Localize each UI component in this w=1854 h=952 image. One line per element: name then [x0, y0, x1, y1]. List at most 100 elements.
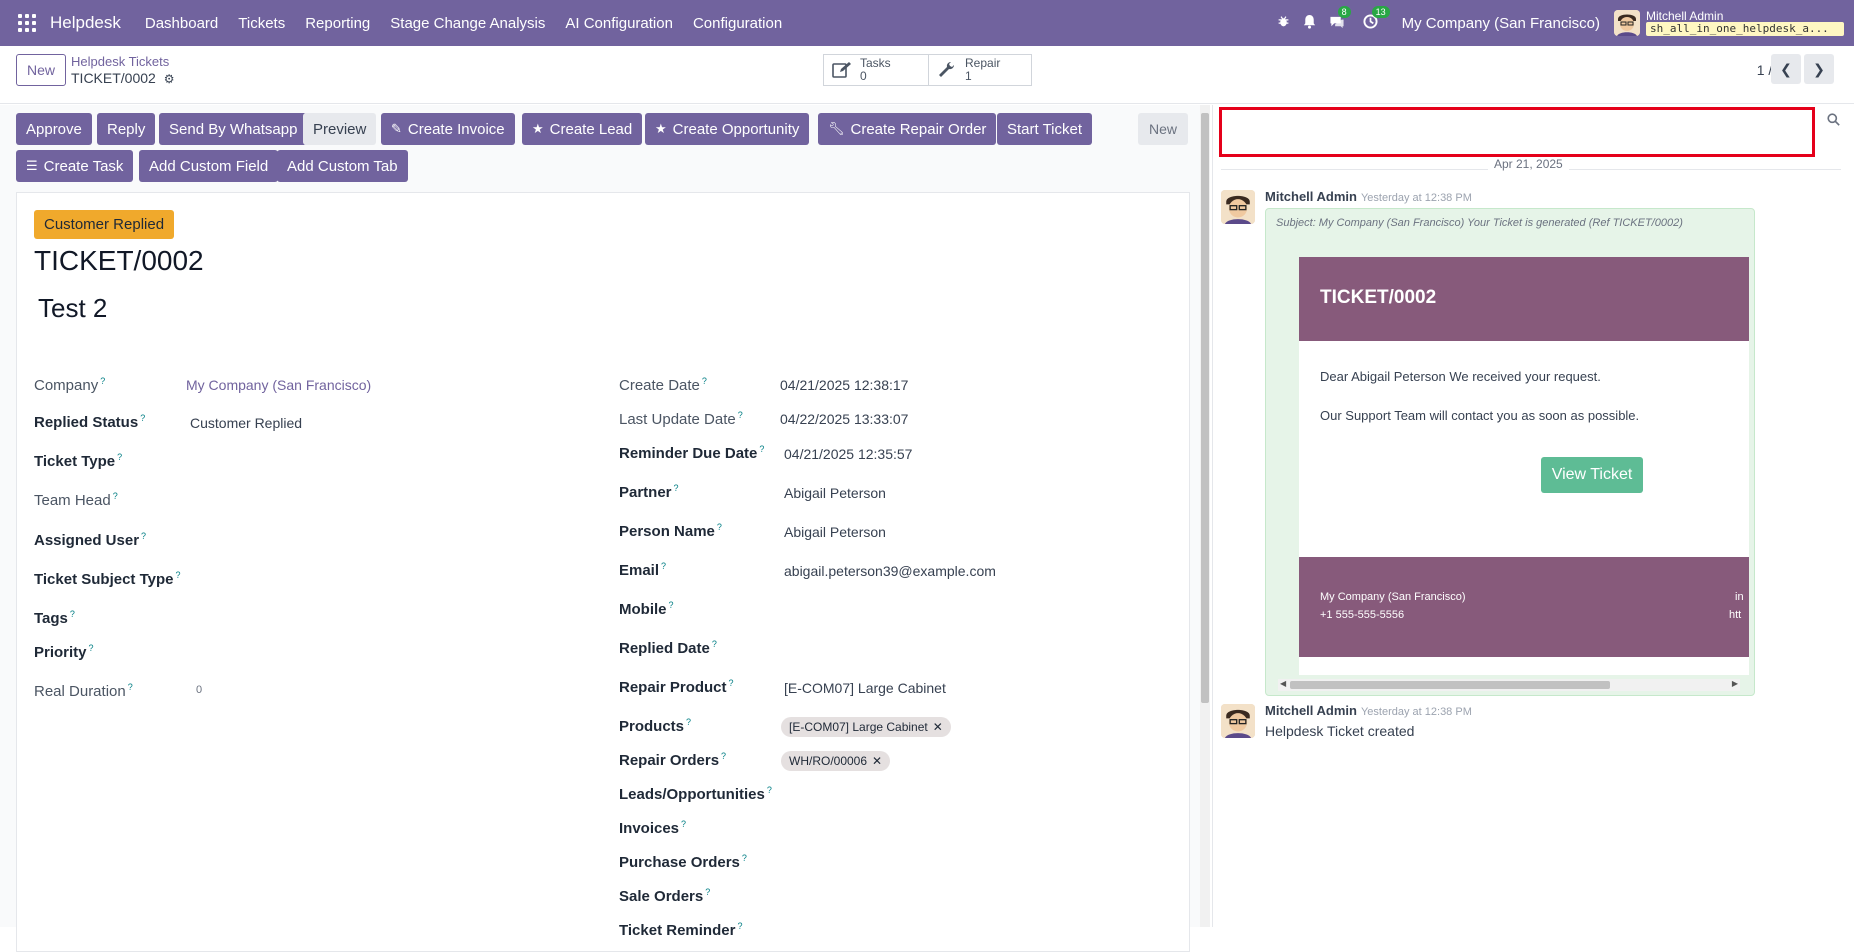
email-preview: TICKET/0002 Dear Abigail Peterson We rec…	[1299, 257, 1749, 675]
repair-product-field[interactable]: [E-COM07] Large Cabinet	[784, 680, 946, 696]
stage-status-new[interactable]: New	[1138, 113, 1188, 145]
invoices-label-text: Invoices	[619, 820, 680, 837]
create-task-button[interactable]: ☰ Create Task	[16, 150, 134, 182]
clock-icon[interactable]: 13	[1363, 6, 1390, 32]
email-line-1: Dear Abigail Peterson We received your r…	[1320, 369, 1601, 384]
search-icon[interactable]	[1827, 113, 1840, 129]
ticket-type-label-text: Ticket Type	[34, 453, 116, 470]
footer-right-1: in	[1735, 591, 1744, 603]
partner-label-text: Partner	[619, 484, 672, 501]
real-duration-field[interactable]: 0	[196, 684, 202, 696]
apps-menu-icon[interactable]	[18, 14, 36, 32]
create-repair-order-button[interactable]: 🔧︎ Create Repair Order	[818, 113, 997, 145]
menu-reporting[interactable]: Reporting	[295, 15, 380, 32]
add-custom-tab-button[interactable]: Add Custom Tab	[277, 150, 408, 182]
star-icon: ★	[532, 121, 544, 136]
user-avatar[interactable]	[1614, 10, 1640, 36]
form-scrollbar[interactable]	[1200, 105, 1210, 927]
team-head-label: Team Head?	[34, 491, 118, 509]
tasks-count: 0	[860, 69, 867, 83]
app-name[interactable]: Helpdesk	[50, 13, 121, 33]
add-custom-field-button[interactable]: Add Custom Field	[139, 150, 279, 182]
products-label-text: Products	[619, 718, 685, 735]
footer-right-2: htt	[1729, 609, 1742, 621]
purchase-orders-label-text: Purchase Orders	[619, 854, 740, 871]
create-invoice-label: Create Invoice	[407, 120, 505, 138]
create-opportunity-button[interactable]: ★ Create Opportunity	[645, 113, 810, 145]
email-label-text: Email	[619, 562, 660, 579]
wrench-icon: 🔧︎	[828, 121, 845, 136]
menu-tickets[interactable]: Tickets	[228, 15, 295, 32]
last-update-date-label: Last Update Date?	[619, 410, 743, 428]
send-by-whatsapp-button[interactable]: Send By Whatsapp	[159, 113, 308, 145]
priority-label-text: Priority	[34, 644, 87, 661]
chevron-right-icon: ❯	[1813, 60, 1825, 77]
pager-next-button[interactable]: ❯	[1804, 54, 1834, 84]
ticket-reminder-label-text: Ticket Reminder	[619, 922, 736, 939]
gear-icon[interactable]: ⚙	[164, 72, 175, 86]
repair-product-label: Repair Product?	[619, 678, 734, 696]
person-name-field[interactable]: Abigail Peterson	[784, 524, 886, 540]
star-icon: ★	[655, 121, 667, 136]
bell-icon[interactable]	[1302, 14, 1317, 32]
start-ticket-button[interactable]: Start Ticket	[997, 113, 1093, 145]
menu-dashboard[interactable]: Dashboard	[135, 15, 228, 32]
create-lead-button[interactable]: ★ Create Lead	[522, 113, 643, 145]
create-date-label-text: Create Date	[619, 377, 700, 394]
scroll-left-icon[interactable]: ◀	[1280, 679, 1286, 688]
menu-configuration[interactable]: Configuration	[683, 15, 792, 32]
product-tag-label: [E-COM07] Large Cabinet	[789, 720, 928, 734]
reminder-due-date-field[interactable]: 04/21/2025 12:35:57	[784, 446, 912, 462]
create-opportunity-label: Create Opportunity	[672, 120, 800, 138]
repair-order-tag[interactable]: WH/RO/00006 ✕	[781, 751, 891, 771]
product-tag[interactable]: [E-COM07] Large Cabinet ✕	[781, 717, 951, 737]
email-line-2: Our Support Team will contact you as soo…	[1320, 408, 1640, 423]
create-date-label: Create Date?	[619, 376, 707, 394]
scroll-right-icon[interactable]: ▶	[1732, 679, 1738, 688]
products-label: Products?	[619, 717, 692, 735]
message-author-name: Mitchell Admin	[1265, 189, 1357, 204]
message-subject: Subject: My Company (San Francisco) Your…	[1276, 217, 1683, 229]
menu-stage-change-analysis[interactable]: Stage Change Analysis	[380, 15, 555, 32]
edit-icon: ✎	[391, 121, 402, 136]
real-duration-label-text: Real Duration	[34, 683, 126, 700]
company-switcher[interactable]: My Company (San Francisco)	[1402, 15, 1600, 32]
replied-status-field[interactable]: Customer Replied	[190, 415, 302, 431]
ticket-reminder-label: Ticket Reminder?	[619, 921, 743, 939]
partner-field[interactable]: Abigail Peterson	[784, 485, 886, 501]
approve-button[interactable]: Approve	[16, 113, 92, 145]
horizontal-scrollbar[interactable]: ◀ ▶	[1278, 679, 1740, 691]
company-label: Company?	[34, 376, 106, 394]
chatter-search-input[interactable]	[1219, 107, 1815, 157]
close-icon[interactable]: ✕	[933, 720, 943, 734]
status-badge: Customer Replied	[34, 210, 175, 239]
email-field[interactable]: abigail.peterson39@example.com	[784, 563, 996, 579]
repair-smart-button[interactable]: Repair 1	[928, 54, 1032, 86]
author-avatar[interactable]	[1221, 190, 1255, 224]
create-repair-order-label: Create Repair Order	[850, 120, 987, 138]
breadcrumb-parent[interactable]: Helpdesk Tickets	[71, 54, 169, 69]
email-label: Email?	[619, 561, 667, 579]
menu-ai-configuration[interactable]: AI Configuration	[555, 15, 683, 32]
preview-button[interactable]: Preview	[303, 113, 377, 145]
new-record-button[interactable]: New	[16, 54, 66, 86]
tasks-smart-button[interactable]: Tasks 0	[823, 54, 929, 86]
message-author: Mitchell Admin Yesterday at 12:38 PM	[1265, 189, 1472, 204]
create-invoice-button[interactable]: ✎ Create Invoice	[381, 113, 515, 145]
author-avatar[interactable]	[1221, 704, 1255, 738]
chat-icon[interactable]: 8	[1329, 6, 1351, 32]
replied-status-label: Replied Status?	[34, 413, 146, 431]
view-ticket-button[interactable]: View Ticket	[1541, 457, 1643, 493]
company-field[interactable]: My Company (San Francisco)	[186, 377, 371, 393]
wrench-icon	[939, 61, 955, 77]
bug-icon[interactable]	[1277, 15, 1290, 31]
close-icon[interactable]: ✕	[872, 754, 882, 768]
user-name[interactable]: Mitchell Admin	[1646, 10, 1844, 22]
pager-previous-button[interactable]: ❮	[1771, 54, 1801, 84]
form-sheet: Customer Replied TICKET/0002 Test 2 Comp…	[16, 192, 1190, 952]
ticket-subject-field[interactable]: Test 2	[38, 293, 107, 324]
sale-orders-label: Sale Orders?	[619, 887, 711, 905]
reply-button[interactable]: Reply	[97, 113, 156, 145]
team-head-label-text: Team Head	[34, 492, 111, 509]
reminder-due-date-label: Reminder Due Date?	[619, 444, 765, 462]
